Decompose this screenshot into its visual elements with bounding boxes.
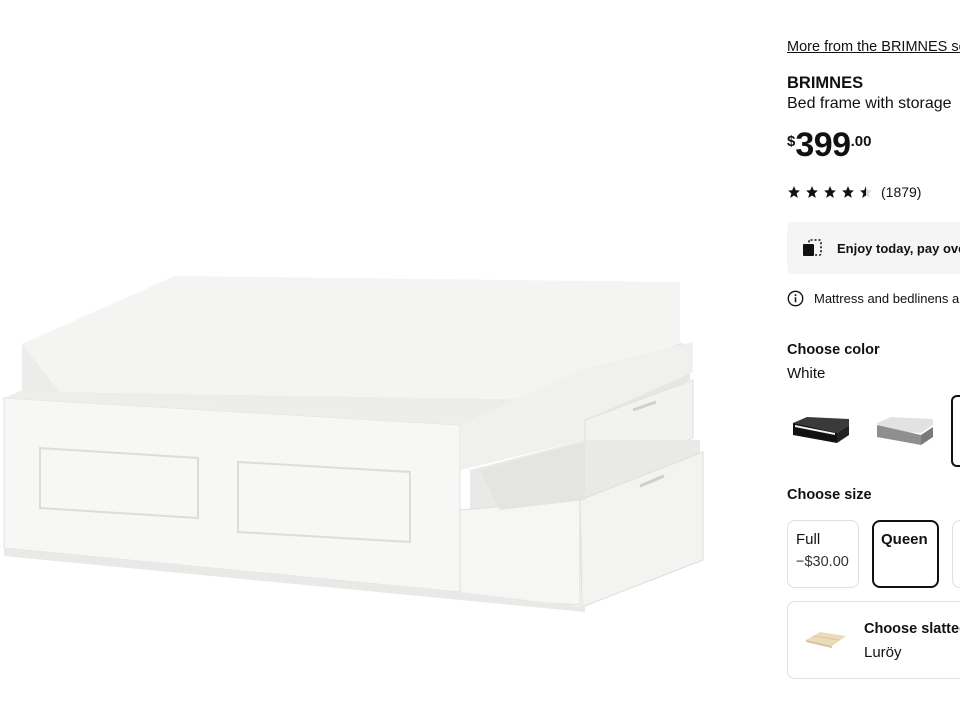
star-icon [806, 186, 818, 198]
financing-promo[interactable]: Enjoy today, pay over time [787, 222, 960, 274]
product-page: More from the BRIMNES series BRIMNES Bed… [0, 0, 960, 707]
rating-stars [787, 185, 873, 199]
color-swatch-white[interactable] [951, 395, 960, 467]
size-option-price-delta: −$30.00 [796, 554, 849, 570]
star-icon [788, 186, 800, 198]
size-option-name: Full [796, 531, 821, 548]
product-price: $399.00 [787, 128, 871, 162]
financing-icon [801, 238, 823, 258]
slatted-base-selector[interactable]: Choose slatted bed base Luröy [787, 601, 960, 679]
slatted-base-title: Choose slatted bed base [864, 621, 960, 637]
price-currency: $ [787, 133, 796, 150]
size-option-full[interactable]: Full −$30.00 [787, 520, 859, 588]
series-link[interactable]: More from the BRIMNES series [787, 39, 960, 55]
half-star-icon [860, 186, 872, 198]
product-info-panel: More from the BRIMNES series BRIMNES Bed… [787, 0, 960, 707]
slatted-bed-base-icon [804, 630, 848, 657]
size-option-next[interactable] [952, 520, 960, 588]
product-image[interactable] [0, 0, 770, 707]
color-label: Choose color [787, 342, 880, 358]
star-icon [824, 186, 836, 198]
size-option-name: Queen [881, 531, 928, 548]
price-decimal: .00 [850, 133, 872, 150]
rating-count: (1879) [881, 184, 922, 200]
size-option-queen[interactable]: Queen [872, 520, 939, 588]
product-description: Bed frame with storage [787, 95, 952, 112]
selected-color: White [787, 365, 826, 382]
price-integer: 399 [795, 126, 851, 164]
info-notice: Mattress and bedlinens are sold separate… [787, 290, 960, 307]
bed-frame-photo [3, 276, 704, 612]
info-notice-text: Mattress and bedlinens are sold separate… [814, 291, 960, 306]
info-icon [787, 290, 804, 307]
color-swatch-black[interactable] [787, 395, 855, 467]
rating[interactable]: (1879) [787, 184, 921, 200]
slatted-base-value: Luröy [864, 644, 902, 661]
star-icon [842, 186, 854, 198]
size-label: Choose size [787, 487, 872, 503]
color-swatch-grey[interactable] [871, 395, 939, 467]
product-name: BRIMNES [787, 74, 864, 92]
financing-text: Enjoy today, pay over time [837, 240, 960, 256]
